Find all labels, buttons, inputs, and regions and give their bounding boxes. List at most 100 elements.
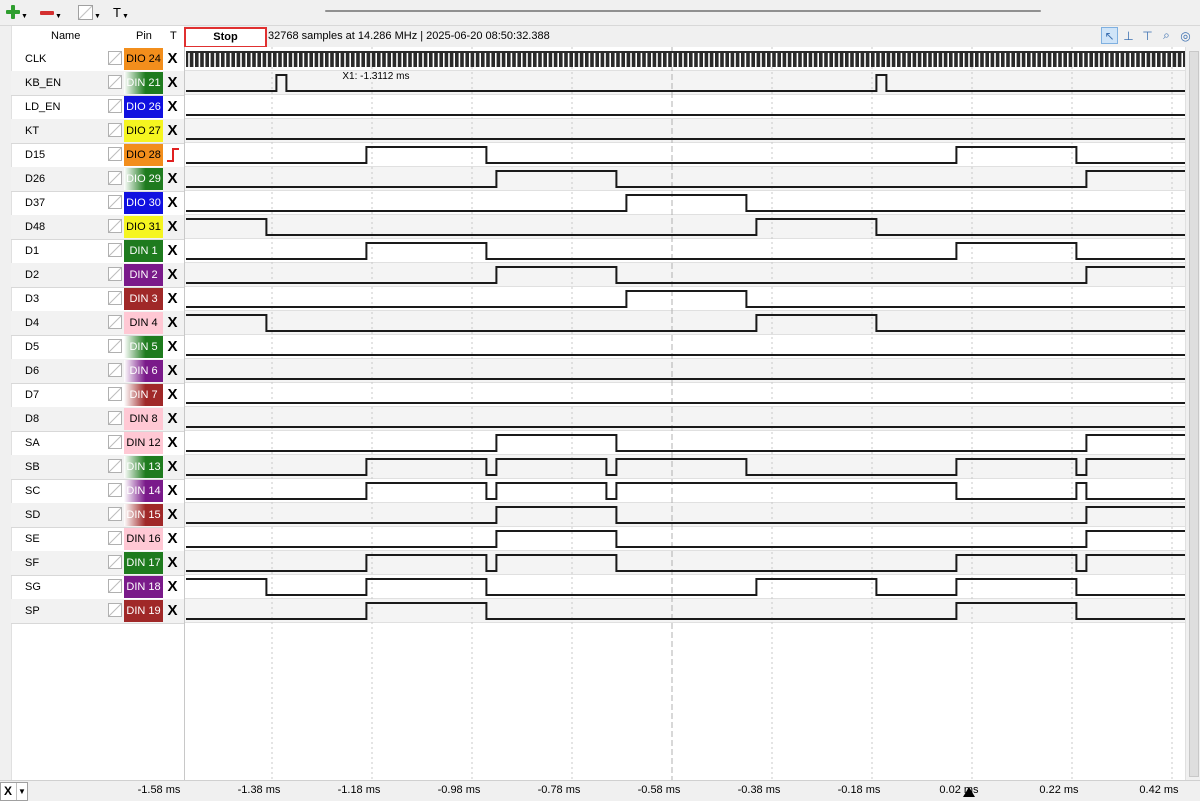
pin-label[interactable]: DIN 17 [124, 552, 163, 574]
trigger-dontcare-icon[interactable]: X [165, 263, 180, 287]
text-tool-button[interactable]: T ▼ [113, 4, 129, 20]
decoder-settings-icon[interactable] [108, 435, 122, 449]
signal-name[interactable]: D5 [25, 335, 39, 359]
cursor-right-icon[interactable]: ⊤ [1139, 27, 1156, 44]
signal-name[interactable]: SD [25, 503, 40, 527]
add-decoder-button[interactable]: ▼ [78, 4, 101, 20]
signal-name[interactable]: KT [25, 119, 39, 143]
signal-name[interactable]: D4 [25, 311, 39, 335]
decoder-settings-icon[interactable] [108, 315, 122, 329]
pin-label[interactable]: DIN 21 [124, 72, 163, 94]
decoder-settings-icon[interactable] [108, 411, 122, 425]
trigger-dontcare-icon[interactable]: X [165, 215, 180, 239]
signal-name[interactable]: SC [25, 479, 40, 503]
signal-row-d5[interactable]: D5 DIN 5X [11, 335, 184, 360]
signal-row-d15[interactable]: D15 DIO 28 [11, 143, 184, 168]
pin-label[interactable]: DIN 16 [124, 528, 163, 550]
signal-name[interactable]: LD_EN [25, 95, 60, 119]
pin-label[interactable]: DIN 3 [124, 288, 163, 310]
trigger-dontcare-icon[interactable]: X [165, 359, 180, 383]
decoder-settings-icon[interactable] [108, 555, 122, 569]
trigger-dontcare-icon[interactable]: X [165, 191, 180, 215]
signal-name[interactable]: D48 [25, 215, 45, 239]
select-pointer-icon[interactable]: ↖ [1101, 27, 1118, 44]
cursor-selector[interactable]: X ▼ [0, 782, 28, 801]
decoder-settings-icon[interactable] [108, 123, 122, 137]
waveform-canvas[interactable]: X1: -1.3112 ms [185, 47, 1186, 780]
trigger-dontcare-icon[interactable]: X [165, 47, 180, 71]
trigger-marker-icon[interactable] [963, 787, 975, 797]
pin-label[interactable]: DIO 27 [124, 120, 163, 142]
column-header-pin[interactable]: Pin [136, 26, 152, 47]
decoder-settings-icon[interactable] [108, 147, 122, 161]
pin-label[interactable]: DIN 13 [124, 456, 163, 478]
horizontal-scrollbar[interactable] [325, 10, 1041, 12]
signal-row-sb[interactable]: SB DIN 13 X [11, 455, 184, 480]
pin-label[interactable]: DIN 7 [124, 384, 163, 406]
signal-name[interactable]: SA [25, 431, 40, 455]
trigger-dontcare-icon[interactable]: X [165, 503, 180, 527]
zoom-fit-icon[interactable]: ◎ [1177, 27, 1194, 44]
signal-row-d37[interactable]: D37 DIO 30 X [11, 191, 184, 216]
pin-label[interactable]: DIO 24 [124, 48, 163, 70]
signal-row-sg[interactable]: SG DIN 18 X [11, 575, 184, 600]
pin-label[interactable]: DIN 18 [124, 576, 163, 598]
signal-name[interactable]: D26 [25, 167, 45, 191]
signal-name[interactable]: SB [25, 455, 40, 479]
pin-label[interactable]: DIN 15 [124, 504, 163, 526]
decoder-settings-icon[interactable] [108, 387, 122, 401]
signal-row-sf[interactable]: SF DIN 17 X [11, 551, 184, 576]
add-signal-button[interactable]: ▼ [6, 4, 28, 20]
pin-label[interactable]: DIN 12 [124, 432, 163, 454]
trigger-dontcare-icon[interactable]: X [165, 119, 180, 143]
trigger-dontcare-icon[interactable]: X [165, 479, 180, 503]
pin-label[interactable]: DIO 31 [124, 216, 163, 238]
signal-name[interactable]: D6 [25, 359, 39, 383]
decoder-settings-icon[interactable] [108, 267, 122, 281]
pin-label[interactable]: DIO 26 [124, 96, 163, 118]
pin-label[interactable]: DIN 8 [124, 408, 163, 430]
trigger-dontcare-icon[interactable]: X [165, 383, 180, 407]
signal-name[interactable]: D7 [25, 383, 39, 407]
signal-name[interactable]: D1 [25, 239, 39, 263]
decoder-settings-icon[interactable] [108, 51, 122, 65]
decoder-settings-icon[interactable] [108, 459, 122, 473]
signal-name[interactable]: KB_EN [25, 71, 61, 95]
pin-label[interactable]: DIN 6 [124, 360, 163, 382]
signal-name[interactable]: SF [25, 551, 39, 575]
signal-name[interactable]: D3 [25, 287, 39, 311]
zoom-icon[interactable]: ⌕ [1158, 27, 1175, 44]
trigger-dontcare-icon[interactable]: X [165, 407, 180, 431]
pin-label[interactable]: DIN 14 [124, 480, 163, 502]
decoder-settings-icon[interactable] [108, 531, 122, 545]
trigger-dontcare-icon[interactable]: X [165, 551, 180, 575]
trigger-dontcare-icon[interactable]: X [165, 527, 180, 551]
cursor-left-icon[interactable]: ⊥ [1120, 27, 1137, 44]
trigger-dontcare-icon[interactable]: X [165, 599, 180, 623]
signal-name[interactable]: SP [25, 599, 40, 623]
remove-signal-button[interactable]: ▼ [40, 4, 62, 20]
signal-row-se[interactable]: SE DIN 16 X [11, 527, 184, 552]
pin-label[interactable]: DIO 30 [124, 192, 163, 214]
signal-row-d3[interactable]: D3 DIN 3X [11, 287, 184, 312]
trigger-dontcare-icon[interactable]: X [165, 335, 180, 359]
pin-label[interactable]: DIN 4 [124, 312, 163, 334]
decoder-settings-icon[interactable] [108, 339, 122, 353]
column-header-name[interactable]: Name [51, 26, 80, 47]
signal-row-d8[interactable]: D8 DIN 8X [11, 407, 184, 432]
pin-label[interactable]: DIN 5 [124, 336, 163, 358]
trigger-dontcare-icon[interactable]: X [165, 455, 180, 479]
signal-name[interactable]: D37 [25, 191, 45, 215]
trigger-dontcare-icon[interactable]: X [165, 167, 180, 191]
decoder-settings-icon[interactable] [108, 195, 122, 209]
decoder-settings-icon[interactable] [108, 291, 122, 305]
vertical-scrollbar[interactable] [1185, 47, 1200, 780]
signal-row-kb_en[interactable]: KB_EN DIN 21 X [11, 71, 184, 96]
decoder-settings-icon[interactable] [108, 507, 122, 521]
signal-row-sc[interactable]: SC DIN 14 X [11, 479, 184, 504]
signal-row-kt[interactable]: KT DIO 27 X [11, 119, 184, 144]
trigger-dontcare-icon[interactable]: X [165, 239, 180, 263]
signal-row-sp[interactable]: SP DIN 19 X [11, 599, 184, 624]
signal-row-d4[interactable]: D4 DIN 4X [11, 311, 184, 336]
trigger-dontcare-icon[interactable]: X [165, 71, 180, 95]
